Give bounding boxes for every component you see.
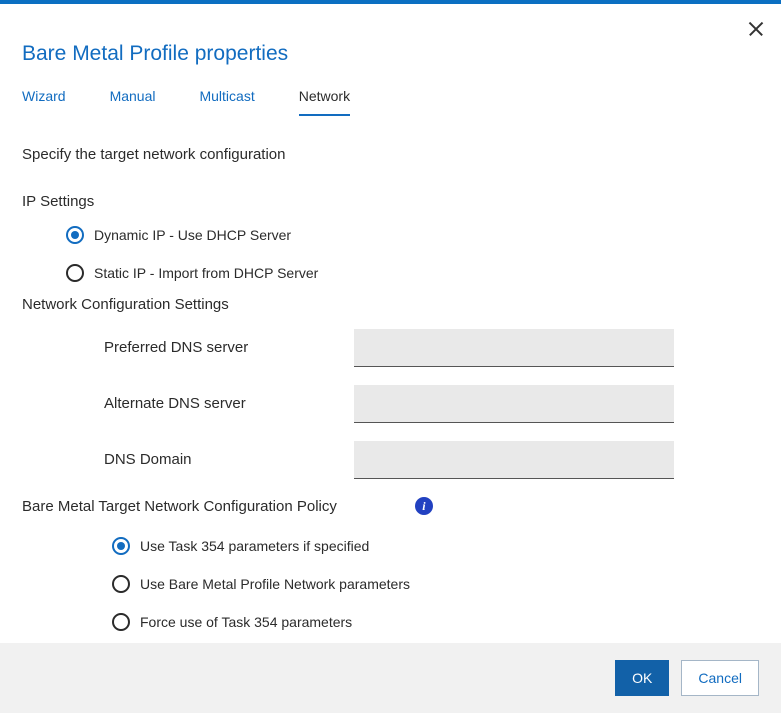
radio-ip-static-label: Static IP - Import from DHCP Server [94,265,318,281]
preferred-dns-input[interactable] [354,329,674,367]
radio-policy-opt1-label: Use Task 354 parameters if specified [140,538,369,554]
ip-settings-heading: IP Settings [22,193,759,210]
section-intro: Specify the target network configuration [22,146,759,163]
tab-network[interactable]: Network [299,88,350,116]
dns-domain-row: DNS Domain [104,441,759,479]
alternate-dns-label: Alternate DNS server [104,385,354,412]
dns-domain-label: DNS Domain [104,441,354,468]
policy-opt3-row[interactable]: Force use of Task 354 parameters [112,613,759,631]
alternate-dns-input[interactable] [354,385,674,423]
ip-static-row[interactable]: Static IP - Import from DHCP Server [66,264,759,282]
dialog-footer: OK Cancel [0,643,781,713]
radio-ip-dynamic-label: Dynamic IP - Use DHCP Server [94,227,291,243]
tab-bar: Wizard Manual Multicast Network [22,88,759,116]
radio-policy-opt3[interactable] [112,613,130,631]
info-icon[interactable]: i [415,497,433,515]
radio-policy-opt3-label: Force use of Task 354 parameters [140,614,352,630]
ok-button[interactable]: OK [615,660,669,696]
radio-ip-dynamic[interactable] [66,226,84,244]
radio-policy-opt1[interactable] [112,537,130,555]
ip-dynamic-row[interactable]: Dynamic IP - Use DHCP Server [66,226,759,244]
policy-opt1-row[interactable]: Use Task 354 parameters if specified [112,537,759,555]
cancel-button[interactable]: Cancel [681,660,759,696]
policy-opt2-row[interactable]: Use Bare Metal Profile Network parameter… [112,575,759,593]
radio-policy-opt2[interactable] [112,575,130,593]
preferred-dns-label: Preferred DNS server [104,329,354,356]
netconf-heading: Network Configuration Settings [22,296,759,313]
alternate-dns-row: Alternate DNS server [104,385,759,423]
tab-multicast[interactable]: Multicast [199,88,254,116]
policy-heading-row: Bare Metal Target Network Configuration … [22,497,759,515]
policy-heading: Bare Metal Target Network Configuration … [22,498,337,515]
close-icon[interactable] [747,20,765,38]
tab-manual[interactable]: Manual [110,88,156,116]
tab-wizard[interactable]: Wizard [22,88,66,116]
radio-policy-opt2-label: Use Bare Metal Profile Network parameter… [140,576,410,592]
dns-domain-input[interactable] [354,441,674,479]
radio-ip-static[interactable] [66,264,84,282]
dialog-title: Bare Metal Profile properties [22,42,759,66]
dialog-content: Bare Metal Profile properties Wizard Man… [0,4,781,631]
preferred-dns-row: Preferred DNS server [104,329,759,367]
